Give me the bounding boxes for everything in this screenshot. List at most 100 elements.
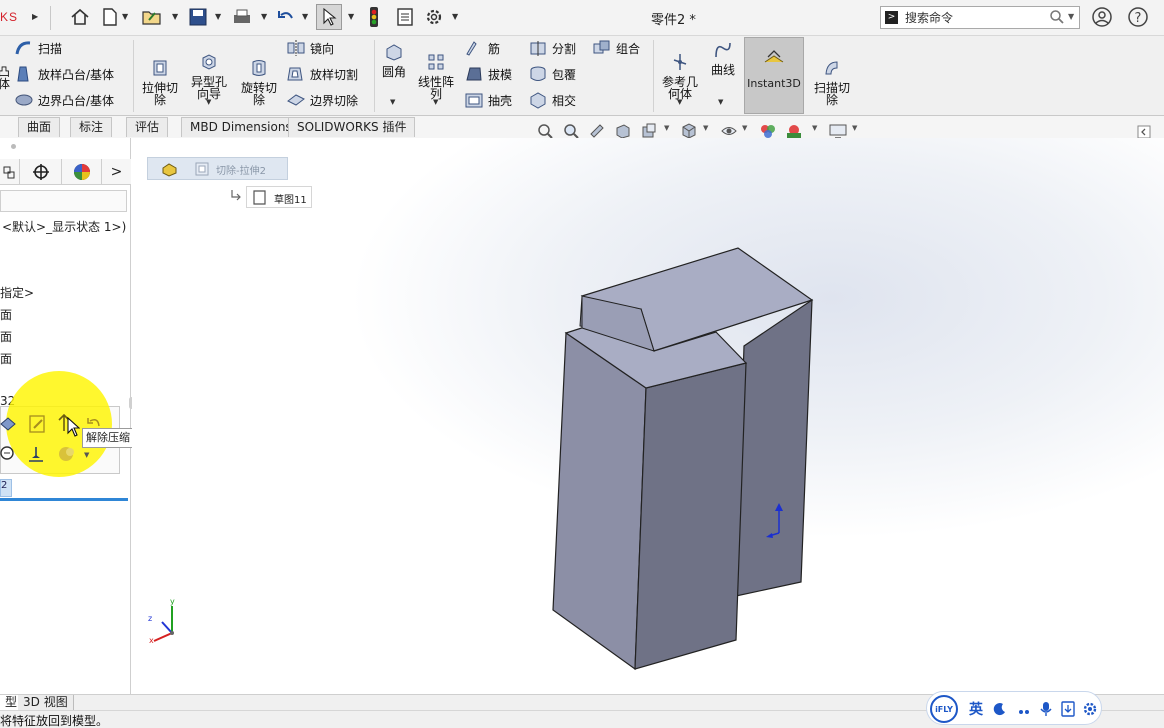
open-folder-icon[interactable] [140, 5, 164, 29]
loft-boss-button[interactable]: 放样凸台/基体 [14, 65, 114, 83]
chevron-down-icon[interactable]: ▼ [122, 12, 128, 21]
select-cursor-icon[interactable] [316, 4, 342, 30]
user-account-icon[interactable] [1090, 5, 1114, 29]
part-model[interactable]: y x z [132, 138, 1164, 694]
panel-scroll-right[interactable]: > [102, 159, 131, 185]
top-plane-item[interactable]: 面 [0, 328, 12, 345]
chevron-down-icon[interactable]: ▼ [742, 124, 747, 132]
shell-button[interactable]: 抽壳 [464, 91, 512, 109]
tab-surfaces[interactable]: 曲面 [18, 117, 61, 137]
front-block-right-face[interactable] [634, 362, 747, 670]
configuration-manager-tab[interactable] [20, 159, 62, 185]
moon-icon[interactable] [991, 700, 1009, 718]
lofted-cut-icon [287, 67, 303, 81]
chevron-down-icon[interactable]: ▼ [302, 12, 308, 21]
hole-wizard-icon [202, 54, 216, 70]
new-document-icon[interactable] [98, 5, 122, 29]
help-icon[interactable]: ? [1126, 5, 1150, 29]
split-button[interactable]: 分割 [528, 39, 576, 57]
instant3d-button[interactable]: Instant3D [744, 37, 804, 114]
intersect-button[interactable]: 相交 [528, 91, 576, 109]
gear-icon[interactable] [422, 5, 446, 29]
sweep-boss-button[interactable]: 扫描 [14, 39, 62, 57]
search-input[interactable] [905, 9, 1045, 27]
zoom-to-selection-icon[interactable] [0, 444, 16, 467]
material-item[interactable]: 指定> [0, 284, 34, 301]
configuration-display-state[interactable]: <默认>_显示状态 1>) [2, 218, 126, 235]
mirror-button[interactable]: 镜向 [286, 39, 334, 57]
tab-solidworks-addins[interactable]: SOLIDWORKS 插件 [288, 117, 416, 137]
save-icon[interactable] [186, 5, 210, 29]
undo-icon[interactable] [274, 5, 298, 29]
punctuation-icon[interactable] [1015, 700, 1033, 718]
right-plane-item[interactable]: 面 [0, 350, 12, 367]
tab-evaluate[interactable]: 评估 [126, 117, 169, 137]
boss-base-button[interactable]: 凸 体 [0, 66, 10, 90]
divider [374, 40, 375, 112]
search-icon[interactable] [1049, 9, 1065, 28]
rib-button[interactable]: 筋 [464, 39, 500, 57]
tab-annotate[interactable]: 标注 [70, 117, 113, 137]
boundary-cut-button[interactable]: 边界切除 [286, 91, 358, 109]
fillet-button[interactable]: 圆角 [378, 42, 410, 78]
rebuild-traffic-light-icon[interactable] [362, 5, 386, 29]
toolbox-icon[interactable] [1059, 700, 1077, 718]
microphone-icon[interactable] [1037, 700, 1055, 718]
svg-text:?: ? [1135, 11, 1142, 26]
chevron-down-icon[interactable]: ▼ [348, 12, 354, 21]
normal-to-icon[interactable] [26, 444, 46, 467]
back-block-right-face[interactable] [735, 298, 813, 597]
appearance-icon[interactable] [0, 414, 18, 437]
print-icon[interactable] [230, 5, 254, 29]
front-block-left-face[interactable] [552, 331, 647, 671]
menu-expand-icon[interactable]: ▶ [32, 12, 38, 21]
gear-icon[interactable] [1081, 700, 1099, 718]
chevron-down-icon[interactable]: ▼ [172, 12, 178, 21]
chevron-down-icon[interactable]: ▼ [206, 98, 211, 106]
chevron-down-icon[interactable]: ▼ [703, 124, 708, 132]
lofted-cut-button[interactable]: 放样切割 [286, 65, 358, 83]
property-manager-tab[interactable] [0, 159, 20, 185]
curves-button[interactable]: 曲线 [706, 40, 740, 76]
feature-filter[interactable] [0, 190, 127, 212]
draft-button[interactable]: 拔模 [464, 65, 512, 83]
wrap-button[interactable]: 包覆 [528, 65, 576, 83]
search-box[interactable]: > ▼ [880, 6, 1080, 29]
chevron-down-icon[interactable]: ▼ [1068, 12, 1074, 21]
display-manager-tab[interactable] [62, 159, 102, 185]
ime-brand-logo[interactable]: iFLY [930, 695, 958, 723]
change-appearance-icon[interactable] [56, 444, 80, 467]
chevron-down-icon[interactable]: ▼ [215, 12, 221, 21]
file-properties-icon[interactable] [393, 5, 417, 29]
draft-label: 拔模 [488, 67, 513, 82]
extruded-cut-button[interactable]: 拉伸切 除 [138, 46, 182, 118]
intersect-label: 相交 [552, 93, 577, 108]
tab-mbd-dimensions[interactable]: MBD Dimensions [181, 117, 301, 137]
tab-3d-views[interactable]: 3D 视图 [18, 695, 74, 711]
chevron-down-icon[interactable]: ▼ [664, 124, 669, 132]
chevron-down-icon[interactable]: ▼ [718, 98, 723, 106]
crosshair-icon [32, 164, 49, 180]
ime-language-toggle[interactable]: 英 [967, 700, 985, 718]
graphics-area[interactable]: 切除-拉伸2 草图11 y x z [132, 138, 1164, 694]
chevron-down-icon[interactable]: ▼ [452, 12, 458, 21]
chevron-down-icon[interactable]: ▼ [84, 451, 89, 459]
revolved-cut-icon [252, 60, 266, 76]
chevron-down-icon[interactable]: ▼ [261, 12, 267, 21]
front-plane-item[interactable]: 面 [0, 306, 12, 323]
edit-feature-icon[interactable] [28, 414, 48, 437]
chevron-down-icon[interactable]: ▼ [812, 124, 817, 132]
chevron-down-icon[interactable]: ▼ [433, 98, 438, 106]
swept-cut-button[interactable]: 扫描切 除 [810, 46, 854, 118]
chevron-down-icon[interactable]: ▼ [852, 124, 857, 132]
panel-grip[interactable] [11, 144, 16, 149]
chevron-down-icon[interactable]: ▼ [390, 98, 395, 106]
extruded-cut-label: 拉伸切 除 [141, 81, 178, 107]
feature-tab[interactable]: 2 [0, 479, 12, 497]
boundary-boss-button[interactable]: 边界凸台/基体 [14, 91, 114, 109]
sweep-boss-label: 扫描 [38, 41, 63, 56]
combine-button[interactable]: 组合 [592, 39, 640, 57]
home-icon[interactable] [68, 5, 92, 29]
chevron-down-icon[interactable]: ▼ [677, 98, 682, 106]
revolved-cut-button[interactable]: 旋转切 除 [236, 46, 282, 118]
